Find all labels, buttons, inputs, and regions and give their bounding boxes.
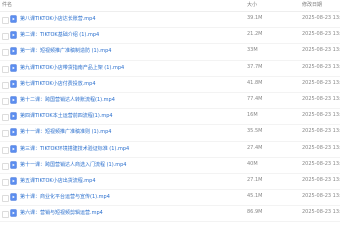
file-row[interactable]: 第三课：TIKTOK环境搭建技术验证标准 (1).mp4 27.4M 2025-08… <box>0 142 340 158</box>
file-size: 16M <box>247 112 258 119</box>
video-file-icon <box>10 15 17 23</box>
row-checkbox[interactable] <box>2 65 9 73</box>
row-checkbox[interactable] <box>2 195 9 203</box>
file-size: 39.1M <box>247 15 263 21</box>
file-row[interactable]: 第十课：商业化平台运营与宣传(1).mp4 45.1M 2025-08-23 13:… <box>0 190 340 207</box>
file-row[interactable]: 第十一课：跨国营销达人商选入门流程 (1).mp4 40M 2025-08-23 1… <box>0 158 340 174</box>
video-file-icon <box>10 144 17 153</box>
row-checkbox[interactable] <box>2 33 9 41</box>
file-name-link[interactable]: 第七课TIKTOK小店付费投放.mp4 <box>20 80 96 87</box>
file-size: 21.2M <box>247 31 263 38</box>
video-file-icon <box>10 177 17 185</box>
file-name-link[interactable]: 第十一课：短视频推广准稿准则 (1).mp4 <box>20 128 112 135</box>
file-modified-date: 2025-08-23 13:53 <box>302 63 340 70</box>
file-modified-date: 2025-08-23 13:53 <box>302 95 340 102</box>
file-name-link[interactable]: 第二课：TIKTOK基础介绍 (1).mp4 <box>20 31 99 38</box>
file-modified-date: 2025-08-23 13:53 <box>302 160 340 167</box>
video-file-icon <box>10 96 17 104</box>
file-name-link[interactable]: 第十二课：跨国营销达人转账流程(1).mp4 <box>20 96 115 103</box>
video-file-icon <box>10 80 17 88</box>
video-file-icon <box>10 31 17 39</box>
row-checkbox[interactable] <box>2 146 9 154</box>
file-row[interactable]: 第二课：TIKTOK基础介绍 (1).mp4 21.2M 2025-08-23 13… <box>0 28 340 45</box>
file-modified-date: 2025-08-23 13:53 <box>302 31 340 38</box>
video-file-icon <box>10 160 17 169</box>
file-size: 86.9M <box>247 209 263 216</box>
video-file-icon <box>10 47 17 56</box>
file-row[interactable]: 第八课TIKTOK小店达长账营.mp4 39.1M 2025-08-23 13:53 <box>0 12 340 29</box>
video-file-icon <box>10 209 17 217</box>
row-checkbox[interactable] <box>2 97 9 105</box>
file-size: 35.5M <box>247 128 263 135</box>
file-row[interactable]: 第九课TIKTOK小店带货指南产品上架 (1).mp4 37.7M 2025-08-… <box>0 61 340 77</box>
file-modified-date: 2025-08-23 13:53 <box>302 47 340 54</box>
file-modified-date: 2025-08-23 13:53 <box>302 209 340 216</box>
row-checkbox[interactable] <box>2 211 9 219</box>
file-row[interactable]: 第一课：短视频推广准稿制造防 (1).mp4 33M 2025-08-23 13:5… <box>0 44 340 61</box>
row-checkbox[interactable] <box>2 49 9 57</box>
row-checkbox[interactable] <box>2 178 9 186</box>
video-file-icon <box>10 128 17 137</box>
file-size: 33M <box>247 47 258 54</box>
row-checkbox[interactable] <box>2 81 9 89</box>
file-modified-date: 2025-08-23 13:53 <box>302 128 340 135</box>
file-row[interactable]: 第五课TIKTOK小店出货流程.mp4 27.1M 2025-08-23 13:53 <box>0 174 340 191</box>
file-name-link[interactable]: 第四课TIKTOK本土运营前四流程(1).mp4 <box>20 112 113 119</box>
file-row[interactable]: 第六课：营销与短视频剪辑运营.mp4 86.9M 2025-08-23 13:53 <box>0 206 340 223</box>
file-name-link[interactable]: 第九课TIKTOK小店带货指南产品上架 (1).mp4 <box>20 64 124 71</box>
video-file-icon <box>10 112 17 120</box>
file-size: 27.4M <box>247 144 263 151</box>
file-modified-date: 2025-08-23 13:53 <box>302 193 340 200</box>
column-header-date[interactable]: 修改日期 <box>302 1 322 8</box>
file-modified-date: 2025-08-23 13:53 <box>302 112 340 119</box>
file-size: 40M <box>247 160 258 167</box>
file-name-link[interactable]: 第八课TIKTOK小店达长账营.mp4 <box>20 15 96 22</box>
column-header-name[interactable]: 件名 <box>2 1 12 8</box>
file-name-link[interactable]: 第一课：短视频推广准稿制造防 (1).mp4 <box>20 47 112 54</box>
file-size: 77.4M <box>247 95 263 102</box>
column-header-size[interactable]: 大小 <box>247 1 257 8</box>
file-modified-date: 2025-08-23 13:53 <box>302 176 340 183</box>
file-name-link[interactable]: 第五课TIKTOK小店出货流程.mp4 <box>20 177 96 184</box>
file-name-link[interactable]: 第六课：营销与短视频剪辑运营.mp4 <box>20 209 103 216</box>
file-modified-date: 2025-08-23 13:53 <box>302 79 340 86</box>
video-file-icon <box>10 63 17 72</box>
file-size: 45.1M <box>247 193 263 200</box>
file-row[interactable]: 第十一课：短视频推广准稿准则 (1).mp4 35.5M 2025-08-23 13… <box>0 125 340 142</box>
file-list-header: 件名 大小 修改日期 <box>0 0 340 12</box>
file-modified-date: 2025-08-23 13:53 <box>302 144 340 151</box>
file-row[interactable]: 第四课TIKTOK本土运营前四流程(1).mp4 16M 2025-08-23 13… <box>0 109 340 126</box>
file-row[interactable]: 第十二课：跨国营销达人转账流程(1).mp4 77.4M 2025-08-23 13… <box>0 93 340 110</box>
file-size: 37.7M <box>247 63 263 70</box>
file-name-link[interactable]: 第十一课：跨国营销达人商选入门流程 (1).mp4 <box>20 161 127 168</box>
row-checkbox[interactable] <box>2 162 9 170</box>
file-size: 27.1M <box>247 176 263 183</box>
row-checkbox[interactable] <box>2 17 9 24</box>
file-name-link[interactable]: 第三课：TIKTOK环境搭建技术验证标准 (1).mp4 <box>20 145 129 152</box>
row-checkbox[interactable] <box>2 114 9 122</box>
file-name-link[interactable]: 第十课：商业化平台运营与宣传(1).mp4 <box>20 193 110 200</box>
row-checkbox[interactable] <box>2 130 9 138</box>
file-row[interactable]: 第七课TIKTOK小店付费投放.mp4 41.8M 2025-08-23 13:53 <box>0 77 340 93</box>
file-modified-date: 2025-08-23 13:53 <box>302 15 340 21</box>
file-size: 41.8M <box>247 79 263 86</box>
file-list: 第八课TIKTOK小店达长账营.mp4 39.1M 2025-08-23 13:53… <box>0 12 340 223</box>
video-file-icon <box>10 193 17 201</box>
